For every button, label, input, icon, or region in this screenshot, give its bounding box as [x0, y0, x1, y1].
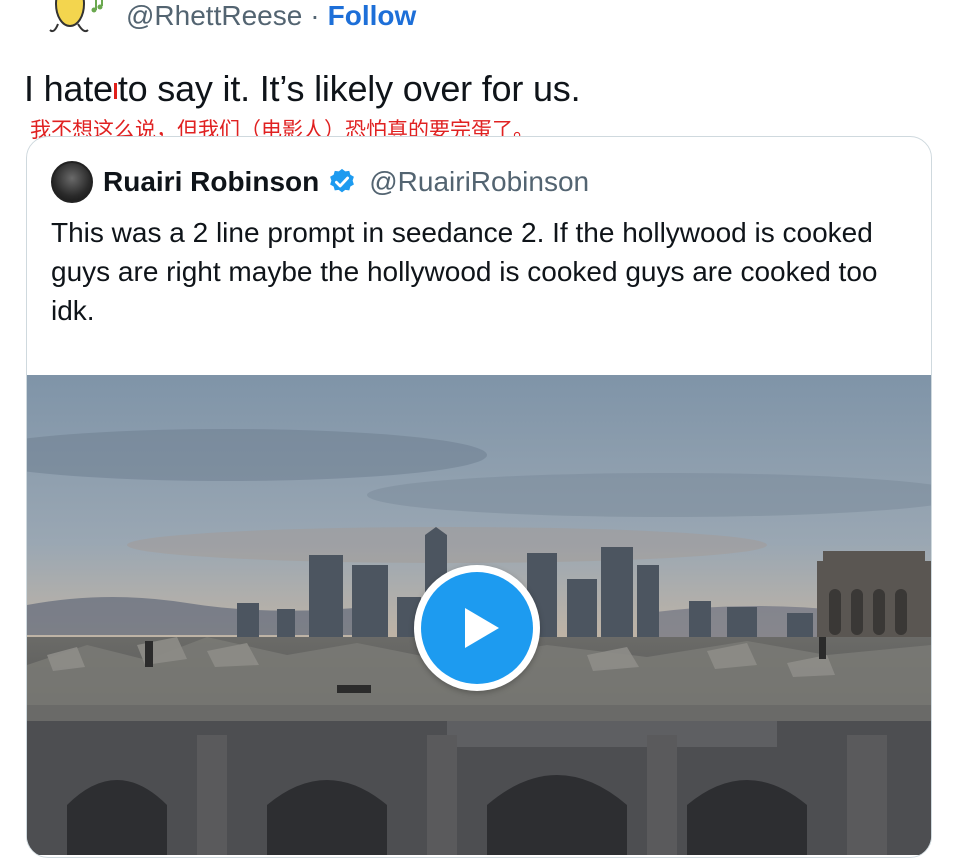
- quoted-tweet-header: Ruairi Robinson @RuairiRobinson: [51, 161, 589, 203]
- follow-button[interactable]: Follow: [328, 0, 417, 32]
- tweet-text-part2: to say it. It’s likely over for us.: [117, 68, 581, 109]
- quoted-author-name[interactable]: Ruairi Robinson: [103, 166, 319, 198]
- verified-badge-icon: [330, 168, 355, 193]
- play-icon: [421, 572, 533, 684]
- quoted-tweet-text: This was a 2 line prompt in seedance 2. …: [51, 217, 878, 326]
- tweet-text-part1: I hate: [24, 68, 113, 109]
- quoted-author-handle[interactable]: @RuairiRobinson: [369, 166, 589, 198]
- quoted-author-avatar[interactable]: [51, 161, 93, 203]
- author-row: @RhettReese · Follow: [44, 0, 416, 38]
- author-handle[interactable]: @RhettReese: [126, 0, 302, 32]
- text-cursor-marker: [113, 83, 117, 100]
- banana-avatar-icon[interactable]: [44, 0, 108, 38]
- quoted-tweet-card[interactable]: Ruairi Robinson @RuairiRobinson This was…: [26, 136, 932, 858]
- video-thumbnail[interactable]: [27, 375, 931, 855]
- tweet-text: I hate to say it. It’s likely over for us…: [24, 68, 581, 110]
- play-button[interactable]: [414, 565, 540, 691]
- separator-dot: ·: [310, 0, 320, 31]
